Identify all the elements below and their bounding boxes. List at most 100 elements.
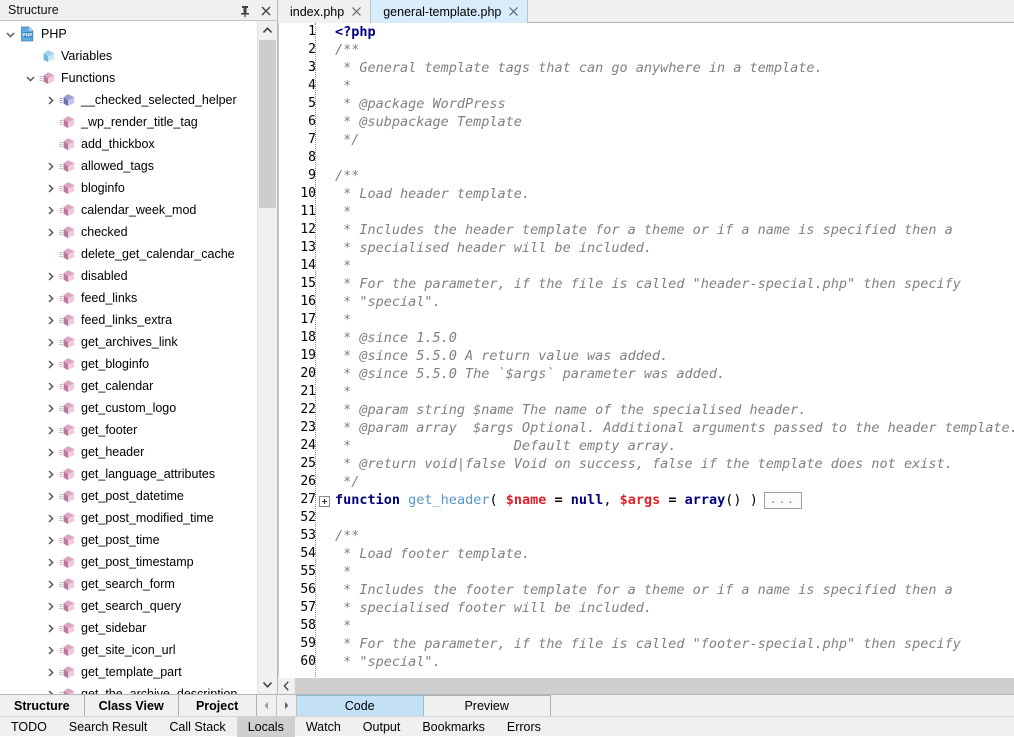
chevron-right-icon[interactable] [44, 380, 57, 393]
code-line[interactable]: 5 * @package WordPress [279, 95, 1014, 113]
tool-tab-watch[interactable]: Watch [295, 717, 352, 737]
triangle-right-icon[interactable] [276, 695, 297, 716]
code-line[interactable]: 24 * Default empty array. [279, 437, 1014, 455]
code-line[interactable]: 54 * Load footer template. [279, 545, 1014, 563]
code-line[interactable]: 60 * "special". [279, 653, 1014, 671]
scrollbar-thumb[interactable] [259, 40, 276, 208]
view-tab-code[interactable]: Code [296, 695, 424, 717]
tree-item-feed-links[interactable]: feed_links [0, 287, 258, 309]
tree-item-php[interactable]: PHP PHP [0, 23, 258, 45]
chevron-right-icon[interactable] [44, 314, 57, 327]
chevron-right-icon[interactable] [44, 424, 57, 437]
code-line[interactable]: 9 /** [279, 167, 1014, 185]
chevron-right-icon[interactable] [44, 270, 57, 283]
editor-tab-index-php[interactable]: index.php [278, 0, 372, 23]
editor-horizontal-scrollbar[interactable] [278, 677, 1014, 694]
chevron-down-icon[interactable] [24, 72, 37, 85]
code-line[interactable]: 23 * @param array $args Optional. Additi… [279, 419, 1014, 437]
tool-tab-bookmarks[interactable]: Bookmarks [411, 717, 496, 737]
code-line[interactable]: 21 * [279, 383, 1014, 401]
code-line[interactable]: 26 */ [279, 473, 1014, 491]
tree-item-get-custom-logo[interactable]: get_custom_logo [0, 397, 258, 419]
tool-tab-call-stack[interactable]: Call Stack [158, 717, 236, 737]
tree-item-get-header[interactable]: get_header [0, 441, 258, 463]
tree-item-get-the-archive-description[interactable]: get_the_archive_description [0, 683, 258, 694]
tree-item-get-sidebar[interactable]: get_sidebar [0, 617, 258, 639]
code-line[interactable]: 7 */ [279, 131, 1014, 149]
code-line[interactable]: 10 * Load header template. [279, 185, 1014, 203]
view-tab-preview[interactable]: Preview [423, 695, 551, 717]
close-icon[interactable] [508, 6, 519, 17]
chevron-right-icon[interactable] [44, 644, 57, 657]
code-line[interactable]: 14 * [279, 257, 1014, 275]
panel-tab-structure[interactable]: Structure [0, 695, 85, 717]
code-line[interactable]: 16 * "special". [279, 293, 1014, 311]
tree-item-get-post-time[interactable]: get_post_time [0, 529, 258, 551]
chevron-right-icon[interactable] [44, 578, 57, 591]
tree-item-bloginfo[interactable]: bloginfo [0, 177, 258, 199]
tree-item-disabled[interactable]: disabled [0, 265, 258, 287]
chevron-right-icon[interactable] [44, 490, 57, 503]
tree-item-get-post-modified-time[interactable]: get_post_modified_time [0, 507, 258, 529]
tree-item-get-search-form[interactable]: get_search_form [0, 573, 258, 595]
chevron-right-icon[interactable] [44, 292, 57, 305]
tool-tab-output[interactable]: Output [352, 717, 412, 737]
code-line[interactable]: 13 * specialised header will be included… [279, 239, 1014, 257]
code-line[interactable]: 53 /** [279, 527, 1014, 545]
close-icon[interactable] [259, 4, 273, 18]
panel-tab-class-view[interactable]: Class View [84, 695, 179, 717]
scroll-left-arrow-icon[interactable] [278, 678, 295, 694]
tree-item-get-template-part[interactable]: get_template_part [0, 661, 258, 683]
scroll-down-arrow-icon[interactable] [258, 675, 277, 694]
tree-item-calendar-week-mod[interactable]: calendar_week_mod [0, 199, 258, 221]
tool-tab-search-result[interactable]: Search Result [58, 717, 159, 737]
tree-item-get-search-query[interactable]: get_search_query [0, 595, 258, 617]
tree-item-functions[interactable]: Functions [0, 67, 258, 89]
chevron-right-icon[interactable] [44, 446, 57, 459]
chevron-right-icon[interactable] [44, 622, 57, 635]
tree-item-checked-selected-helper[interactable]: __checked_selected_helper [0, 89, 258, 111]
tool-tab-todo[interactable]: TODO [0, 717, 58, 737]
code-line[interactable]: 19 * @since 5.5.0 A return value was add… [279, 347, 1014, 365]
tree-item-get-bloginfo[interactable]: get_bloginfo [0, 353, 258, 375]
chevron-right-icon[interactable] [44, 182, 57, 195]
tree-item-get-language-attributes[interactable]: get_language_attributes [0, 463, 258, 485]
chevron-right-icon[interactable] [44, 160, 57, 173]
code-line[interactable]: 56 * Includes the footer template for a … [279, 581, 1014, 599]
tool-tab-errors[interactable]: Errors [496, 717, 552, 737]
triangle-left-icon[interactable] [256, 695, 277, 716]
code-fold-toggle-icon[interactable] [319, 494, 330, 507]
code-line[interactable]: 52 [279, 509, 1014, 527]
chevron-right-icon[interactable] [44, 336, 57, 349]
editor-tab-general-template-php[interactable]: general-template.php [371, 0, 529, 23]
pin-icon[interactable] [238, 4, 252, 18]
tree-item-allowed-tags[interactable]: allowed_tags [0, 155, 258, 177]
code-line[interactable]: 22 * @param string $name The name of the… [279, 401, 1014, 419]
code-line[interactable]: 17 * [279, 311, 1014, 329]
chevron-down-icon[interactable] [4, 28, 17, 41]
tree-item-add-thickbox[interactable]: add_thickbox [0, 133, 258, 155]
tree-item-variables[interactable]: Variables [0, 45, 258, 67]
tree-item-feed-links-extra[interactable]: feed_links_extra [0, 309, 258, 331]
code-line[interactable]: 4 * [279, 77, 1014, 95]
tree-item-get-post-timestamp[interactable]: get_post_timestamp [0, 551, 258, 573]
structure-tree[interactable]: PHP PHP Variables Functions __checked_select… [0, 21, 258, 694]
chevron-right-icon[interactable] [44, 600, 57, 613]
code-line[interactable]: 20 * @since 5.5.0 The `$args` parameter … [279, 365, 1014, 383]
code-line[interactable]: 12 * Includes the header template for a … [279, 221, 1014, 239]
code-line[interactable]: 15 * For the parameter, if the file is c… [279, 275, 1014, 293]
code-line[interactable]: 25 * @return void|false Void on success,… [279, 455, 1014, 473]
chevron-right-icon[interactable] [44, 666, 57, 679]
folded-code-placeholder[interactable]: ... [763, 491, 802, 509]
chevron-right-icon[interactable] [44, 94, 57, 107]
chevron-right-icon[interactable] [44, 402, 57, 415]
tool-tab-locals[interactable]: Locals [236, 716, 295, 737]
close-icon[interactable] [351, 6, 362, 17]
tree-item-get-footer[interactable]: get_footer [0, 419, 258, 441]
structure-vertical-scrollbar[interactable] [257, 21, 277, 694]
tree-item-delete-get-calendar-cache[interactable]: delete_get_calendar_cache [0, 243, 258, 265]
code-line[interactable]: 2 /** [279, 41, 1014, 59]
tree-item-get-archives-link[interactable]: get_archives_link [0, 331, 258, 353]
code-line[interactable]: 18 * @since 1.5.0 [279, 329, 1014, 347]
code-line[interactable]: 59 * For the parameter, if the file is c… [279, 635, 1014, 653]
